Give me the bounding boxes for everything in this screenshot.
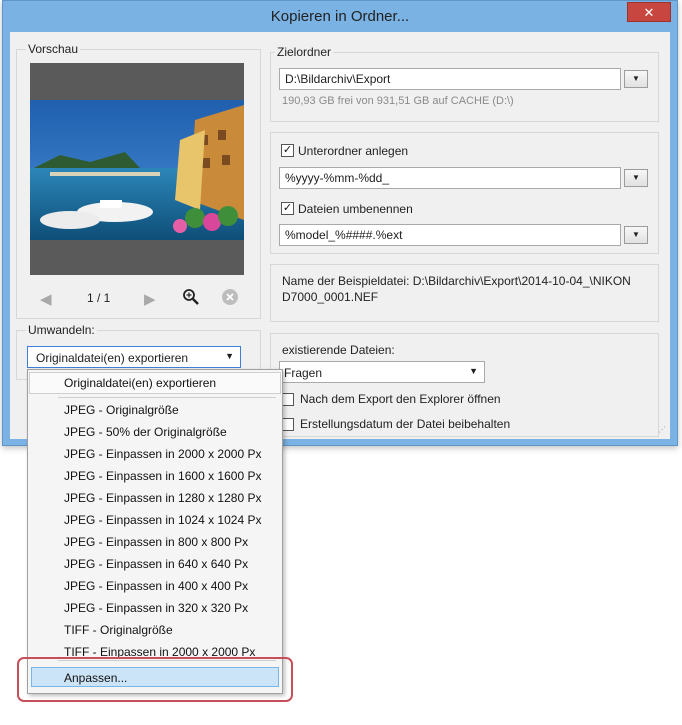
resize-grip-icon[interactable]: ⋰ [658, 426, 668, 437]
menu-item[interactable]: JPEG - Einpassen in 1600 x 1600 Px [64, 469, 261, 483]
chevron-down-icon: ▼ [225, 351, 234, 361]
close-button[interactable]: ✕ [627, 2, 671, 22]
target-label: Zielordner [275, 45, 334, 59]
close-icon: ✕ [643, 5, 655, 20]
chevron-down-icon: ▼ [632, 173, 640, 182]
existing-select[interactable]: Fragen ▼ [279, 361, 485, 383]
menu-item[interactable]: JPEG - 50% der Originalgröße [64, 425, 227, 439]
next-arrow-icon[interactable]: ▶ [144, 290, 156, 308]
example-line-2: D7000_0001.NEF [282, 290, 379, 304]
chevron-down-icon: ▼ [632, 230, 640, 239]
menu-item[interactable]: JPEG - Einpassen in 640 x 640 Px [64, 557, 248, 571]
convert-select[interactable]: Originaldatei(en) exportieren ▼ [27, 346, 241, 368]
title-bar[interactable]: Kopieren in Ordner... ✕ [3, 1, 677, 32]
example-line-1: Name der Beispieldatei: D:\Bildarchiv\Ex… [282, 274, 631, 288]
open-explorer-label: Nach dem Export den Explorer öffnen [300, 392, 501, 406]
subfolder-dropdown-button[interactable]: ▼ [624, 169, 648, 187]
subfolder-checkbox[interactable]: ✓ [281, 144, 294, 157]
remove-icon[interactable] [221, 288, 239, 306]
existing-selected-value: Fragen [284, 366, 323, 380]
target-dropdown-button[interactable]: ▼ [624, 70, 648, 88]
menu-item[interactable]: JPEG - Einpassen in 1024 x 1024 Px [64, 513, 261, 527]
chevron-down-icon: ▼ [632, 74, 640, 83]
convert-label: Umwandeln: [26, 323, 97, 337]
menu-item[interactable]: JPEG - Einpassen in 2000 x 2000 Px [64, 447, 261, 461]
existing-label: existierende Dateien: [282, 343, 395, 357]
convert-dropdown-menu: Originaldatei(en) exportieren JPEG - Ori… [27, 369, 283, 694]
menu-separator [58, 397, 276, 398]
page-indicator: 1 / 1 [87, 291, 111, 305]
previous-arrow-icon[interactable]: ◀ [40, 290, 52, 308]
menu-item-original-export-label: Originaldatei(en) exportieren [64, 376, 217, 390]
rename-dropdown-button[interactable]: ▼ [624, 226, 648, 244]
window-title: Kopieren in Ordner... [270, 8, 410, 25]
menu-item[interactable]: JPEG - Einpassen in 800 x 800 Px [64, 535, 248, 549]
menu-item[interactable]: JPEG - Einpassen in 400 x 400 Px [64, 579, 248, 593]
menu-item[interactable]: JPEG - Originalgröße [64, 403, 179, 417]
preview-image [30, 100, 244, 240]
zoom-icon[interactable] [182, 288, 200, 306]
subfolder-pattern-field[interactable]: %yyyy-%mm-%dd_ [279, 167, 621, 189]
highlight-outline [17, 657, 293, 702]
rename-checkbox[interactable]: ✓ [281, 202, 294, 215]
subfolder-label: Unterordner anlegen [298, 144, 409, 158]
menu-item[interactable]: JPEG - Einpassen in 320 x 320 Px [64, 601, 248, 615]
keep-date-label: Erstellungsdatum der Datei beibehalten [300, 417, 511, 431]
preview-label: Vorschau [26, 42, 81, 56]
menu-item[interactable]: TIFF - Originalgröße [64, 623, 173, 637]
free-space-text: 190,93 GB frei von 931,51 GB auf CACHE (… [282, 95, 514, 107]
rename-pattern-field[interactable]: %model_%####.%ext [279, 224, 621, 246]
chevron-down-icon: ▼ [469, 366, 478, 376]
target-path-field[interactable]: D:\Bildarchiv\Export [279, 68, 621, 90]
convert-selected-value: Originaldatei(en) exportieren [36, 351, 189, 365]
preview-area [30, 63, 244, 275]
rename-label: Dateien umbenennen [298, 202, 413, 216]
menu-item[interactable]: JPEG - Einpassen in 1280 x 1280 Px [64, 491, 261, 505]
